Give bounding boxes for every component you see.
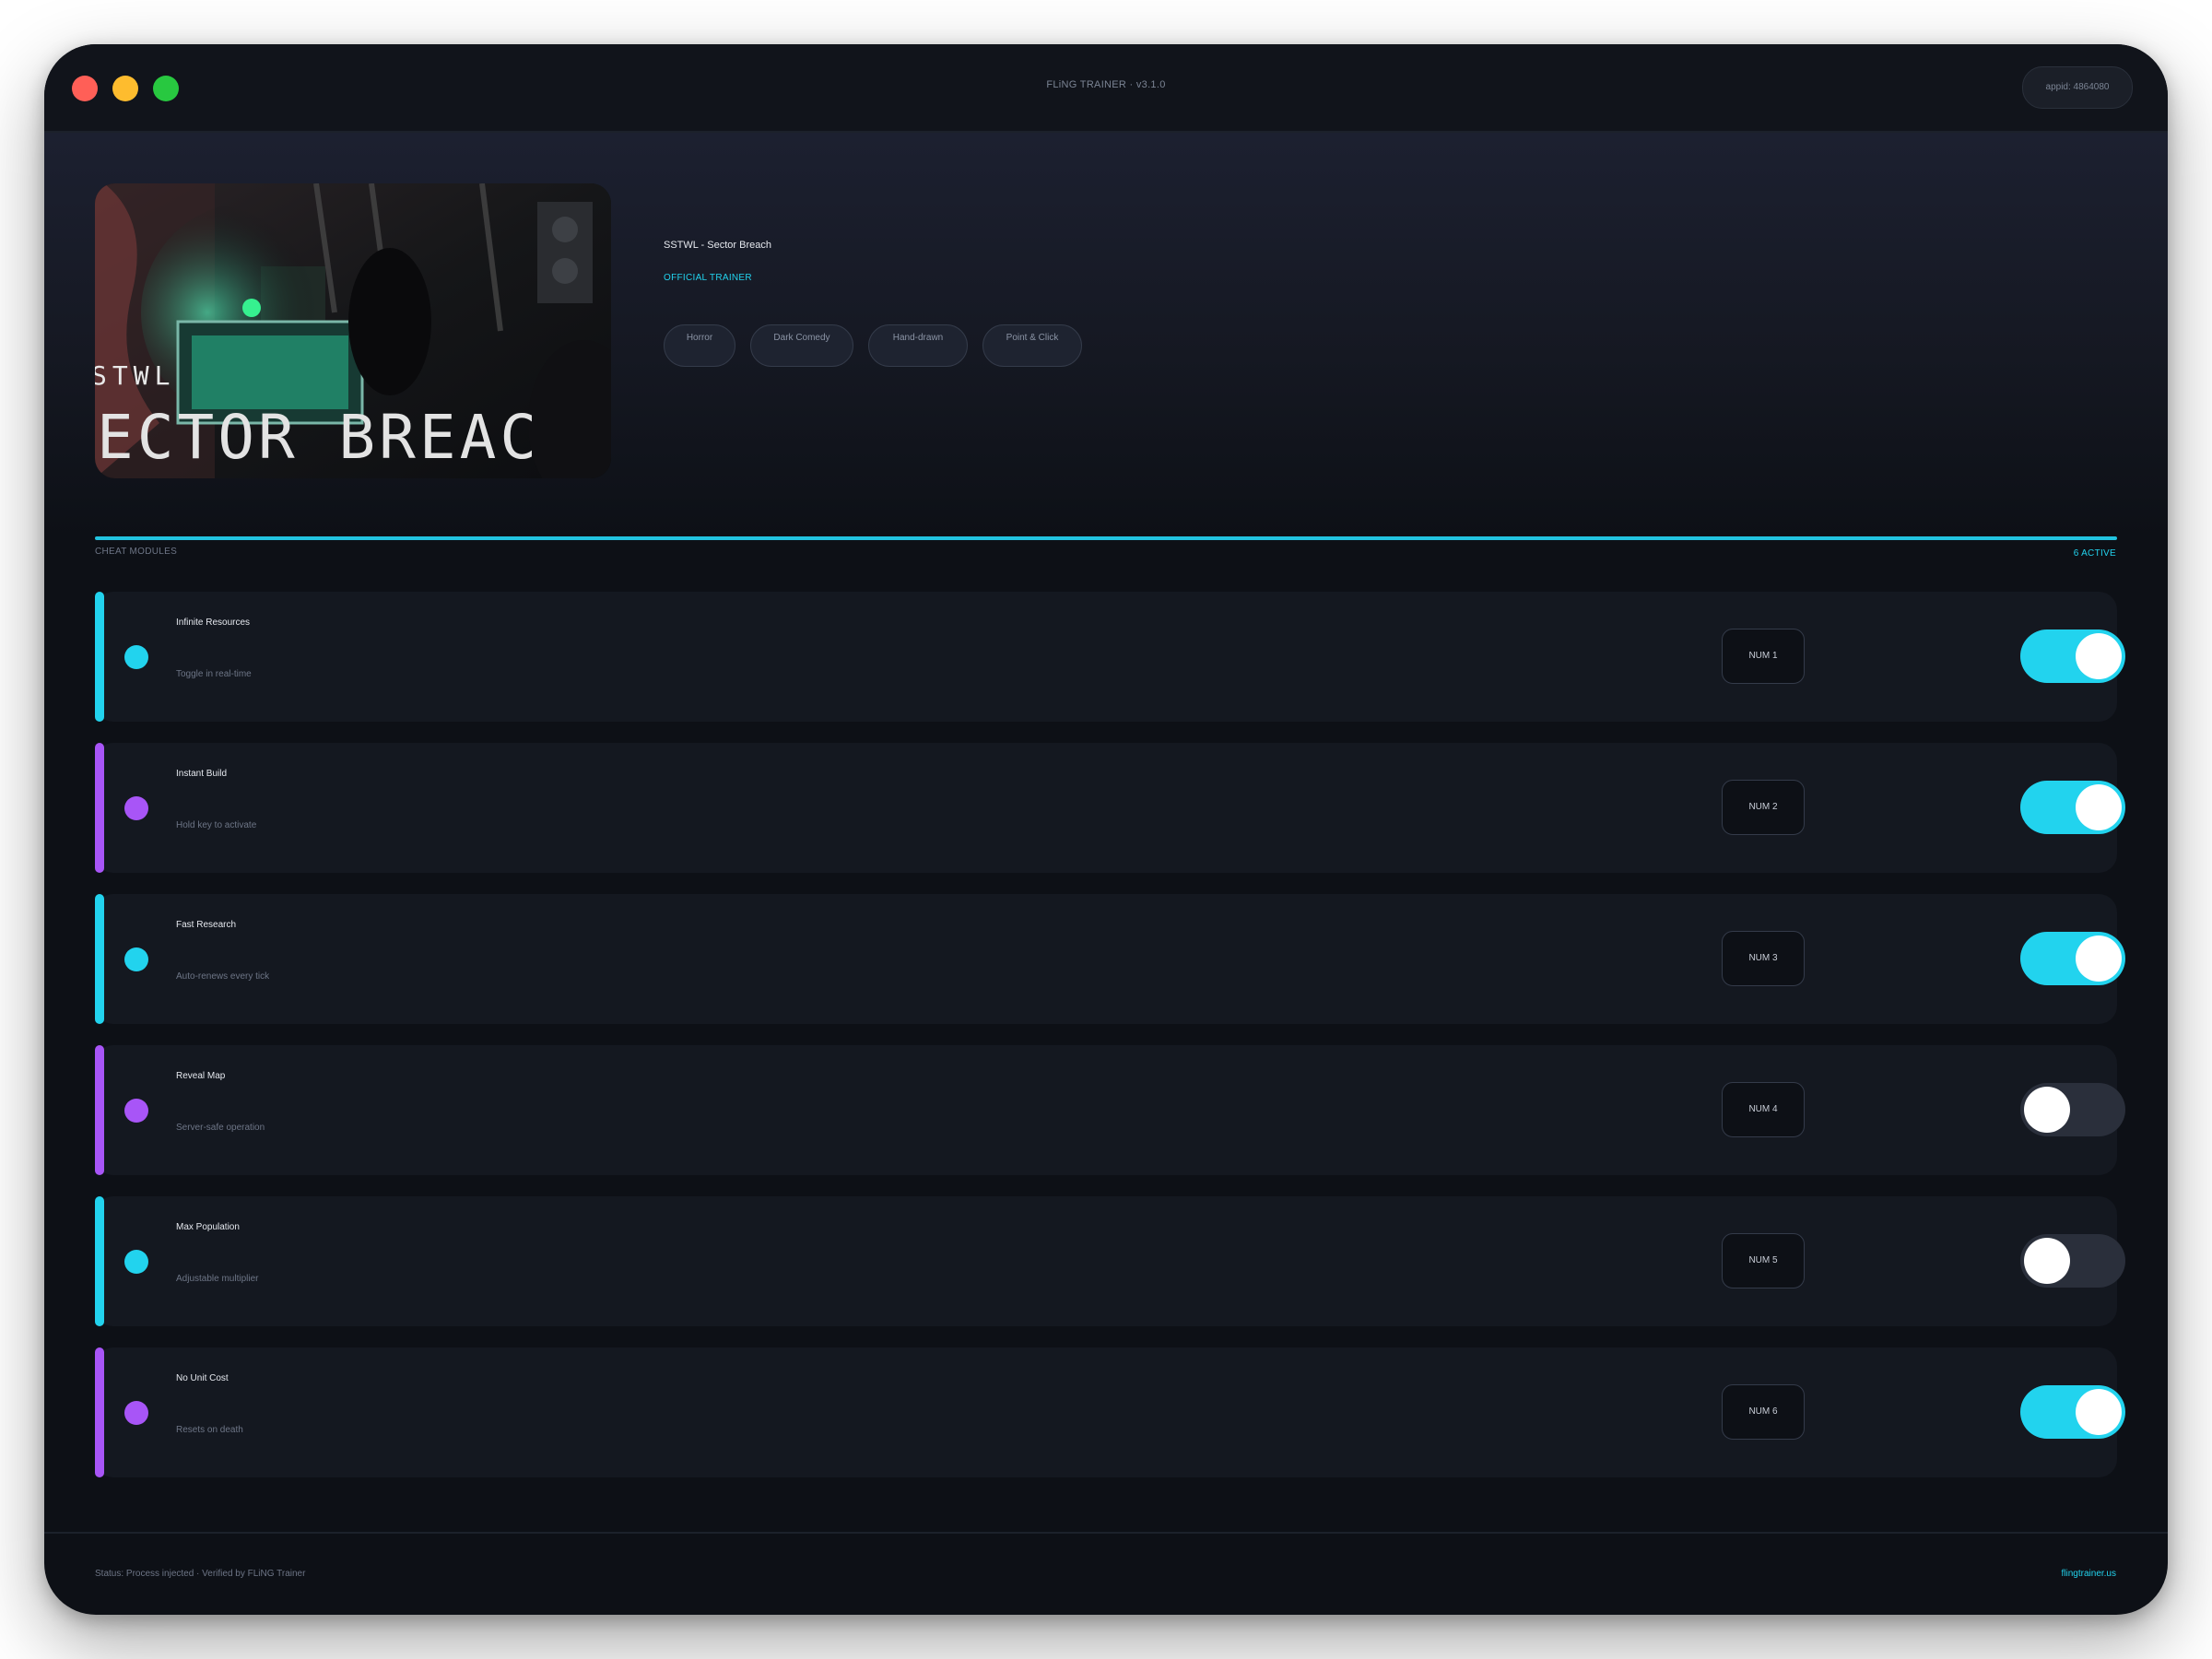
cheat-name: Fast Research (176, 920, 237, 930)
hotkey-button[interactable]: NUM 2 (1722, 780, 1805, 835)
toggle-knob (2076, 784, 2122, 830)
cheat-name: No Unit Cost (176, 1373, 229, 1383)
cover-art: STWL ECTOR BREAC (95, 183, 611, 478)
hotkey-button[interactable]: NUM 4 (1722, 1082, 1805, 1137)
cover-title-large: ECTOR BREAC (97, 402, 540, 473)
cheat-toggle[interactable] (2020, 629, 2125, 683)
tag-dark-comedy[interactable]: Dark Comedy (750, 324, 853, 367)
cheat-toggle[interactable] (2020, 781, 2125, 834)
status-dot (124, 947, 148, 971)
cheat-description: Adjustable multiplier (176, 1274, 259, 1284)
cheat-row[interactable]: Infinite Resources Toggle in real-time N… (95, 592, 2125, 722)
game-header: STWL ECTOR BREAC SSTWL - Sector Breach O… (44, 133, 2168, 538)
window-title: FLiNG TRAINER · v3.1.0 (1046, 79, 1166, 90)
status-dot (124, 1099, 148, 1123)
status-dot (124, 1401, 148, 1425)
game-cover-image: STWL ECTOR BREAC (95, 183, 611, 478)
game-title: SSTWL - Sector Breach (664, 240, 771, 251)
cheat-row[interactable]: Reveal Map Server-safe operation NUM 4 (95, 1045, 2125, 1175)
cheat-description: Resets on death (176, 1425, 243, 1435)
section-label: CHEAT MODULES (95, 547, 178, 557)
accent-bar (95, 592, 104, 722)
cheat-row[interactable]: No Unit Cost Resets on death NUM 6 (95, 1347, 2125, 1477)
website-link[interactable]: flingtrainer.us (2062, 1569, 2116, 1579)
tag-horror[interactable]: Horror (664, 324, 735, 367)
cover-title-small: STWL (95, 360, 175, 391)
cheat-row[interactable]: Max Population Adjustable multiplier NUM… (95, 1196, 2125, 1326)
section-divider (95, 536, 2117, 540)
cheat-name: Max Population (176, 1222, 240, 1232)
toggle-knob (2024, 1238, 2070, 1284)
tag-hand-drawn[interactable]: Hand-drawn (868, 324, 968, 367)
hotkey-button[interactable]: NUM 5 (1722, 1233, 1805, 1288)
accent-bar (95, 743, 104, 873)
toggle-knob (2076, 1389, 2122, 1435)
status-text: Status: Process injected · Verified by F… (95, 1569, 306, 1579)
status-dot (124, 796, 148, 820)
official-trainer-badge: OFFICIAL TRAINER (664, 273, 752, 283)
hotkey-button[interactable]: NUM 3 (1722, 931, 1805, 986)
toggle-knob (2076, 935, 2122, 982)
cheat-name: Instant Build (176, 769, 228, 779)
hotkey-button[interactable]: NUM 6 (1722, 1384, 1805, 1440)
toggle-knob (2024, 1087, 2070, 1133)
status-dot (124, 645, 148, 669)
status-dot (124, 1250, 148, 1274)
cheat-description: Auto-renews every tick (176, 971, 270, 982)
appid-badge: appid: 4864080 (2022, 66, 2133, 109)
cheat-row[interactable]: Instant Build Hold key to activate NUM 2 (95, 743, 2125, 873)
cheat-name: Reveal Map (176, 1071, 226, 1081)
cheat-toggle[interactable] (2020, 1234, 2125, 1288)
footer-divider (44, 1532, 2168, 1534)
cheat-toggle[interactable] (2020, 932, 2125, 985)
accent-bar (95, 894, 104, 1024)
hotkey-button[interactable]: NUM 1 (1722, 629, 1805, 684)
title-bar: FLiNG TRAINER · v3.1.0 appid: 4864080 (44, 44, 2168, 133)
accent-bar (95, 1045, 104, 1175)
cheat-description: Hold key to activate (176, 820, 257, 830)
cheat-description: Toggle in real-time (176, 669, 252, 679)
cheat-toggle[interactable] (2020, 1385, 2125, 1439)
cheat-description: Server-safe operation (176, 1123, 265, 1133)
trainer-window: FLiNG TRAINER · v3.1.0 appid: 4864080 ST… (44, 44, 2168, 1615)
cheat-name: Infinite Resources (176, 618, 251, 628)
active-count: 6 ACTIVE (2073, 548, 2116, 559)
cheat-toggle[interactable] (2020, 1083, 2125, 1136)
toggle-knob (2076, 633, 2122, 679)
cheat-row[interactable]: Fast Research Auto-renews every tick NUM… (95, 894, 2125, 1024)
accent-bar (95, 1347, 104, 1477)
accent-bar (95, 1196, 104, 1326)
tag-point-and-click[interactable]: Point & Click (982, 324, 1082, 367)
